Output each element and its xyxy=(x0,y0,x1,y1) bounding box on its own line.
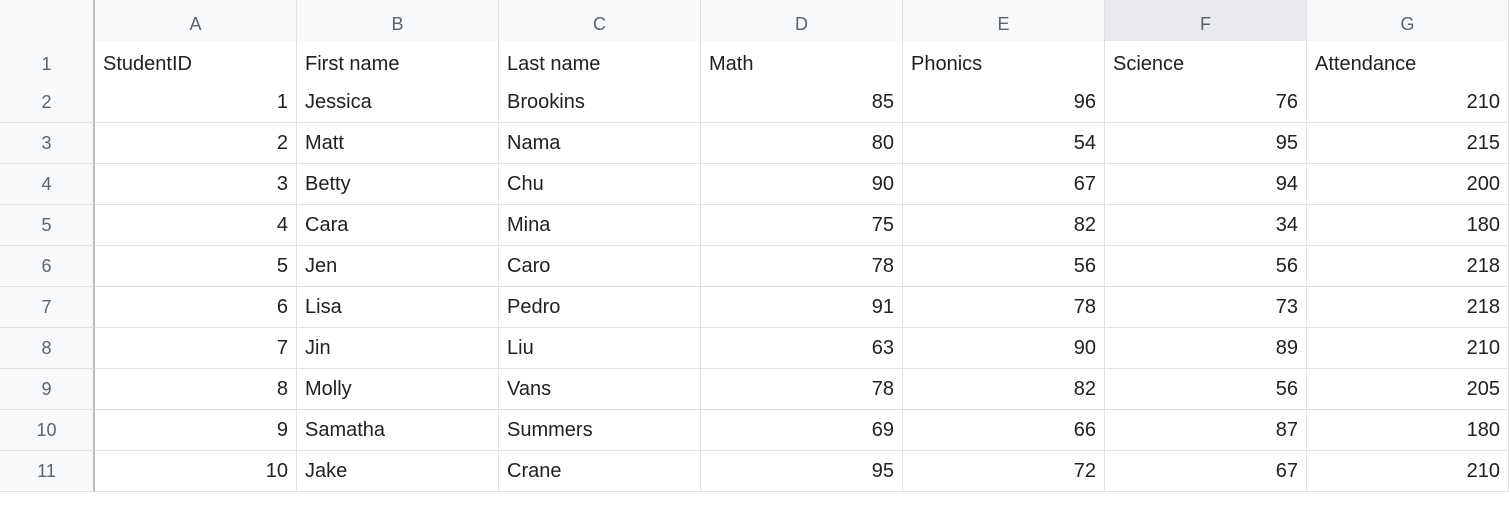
cell-g8[interactable]: 210 xyxy=(1307,328,1509,369)
cell-e10[interactable]: 66 xyxy=(903,410,1105,451)
cell-a4[interactable]: 3 xyxy=(95,164,297,205)
cell-f7[interactable]: 73 xyxy=(1105,287,1307,328)
cell-g2[interactable]: 210 xyxy=(1307,82,1509,123)
cell-e2[interactable]: 96 xyxy=(903,82,1105,123)
cell-b7[interactable]: Lisa xyxy=(297,287,499,328)
cell-e8[interactable]: 90 xyxy=(903,328,1105,369)
cell-f1[interactable]: Science xyxy=(1105,41,1307,88)
spreadsheet-grid[interactable]: A B C D E F G 1 StudentID First name Las… xyxy=(0,0,1510,492)
cell-d1[interactable]: Math xyxy=(701,41,903,88)
cell-a11[interactable]: 10 xyxy=(95,451,297,492)
cell-g10[interactable]: 180 xyxy=(1307,410,1509,451)
cell-d8[interactable]: 63 xyxy=(701,328,903,369)
cell-d10[interactable]: 69 xyxy=(701,410,903,451)
cell-c7[interactable]: Pedro xyxy=(499,287,701,328)
cell-f6[interactable]: 56 xyxy=(1105,246,1307,287)
cell-e5[interactable]: 82 xyxy=(903,205,1105,246)
cell-e3[interactable]: 54 xyxy=(903,123,1105,164)
row-header-10[interactable]: 10 xyxy=(0,410,95,451)
cell-e4[interactable]: 67 xyxy=(903,164,1105,205)
cell-f5[interactable]: 34 xyxy=(1105,205,1307,246)
cell-c3[interactable]: Nama xyxy=(499,123,701,164)
cell-e1[interactable]: Phonics xyxy=(903,41,1105,88)
cell-c5[interactable]: Mina xyxy=(499,205,701,246)
cell-c11[interactable]: Crane xyxy=(499,451,701,492)
cell-f11[interactable]: 67 xyxy=(1105,451,1307,492)
cell-g3[interactable]: 215 xyxy=(1307,123,1509,164)
cell-e7[interactable]: 78 xyxy=(903,287,1105,328)
cell-e6[interactable]: 56 xyxy=(903,246,1105,287)
cell-d3[interactable]: 80 xyxy=(701,123,903,164)
cell-a3[interactable]: 2 xyxy=(95,123,297,164)
cell-b6[interactable]: Jen xyxy=(297,246,499,287)
cell-g7[interactable]: 218 xyxy=(1307,287,1509,328)
cell-g5[interactable]: 180 xyxy=(1307,205,1509,246)
cell-d7[interactable]: 91 xyxy=(701,287,903,328)
cell-b8[interactable]: Jin xyxy=(297,328,499,369)
row-header-11[interactable]: 11 xyxy=(0,451,95,492)
cell-b11[interactable]: Jake xyxy=(297,451,499,492)
cell-b2[interactable]: Jessica xyxy=(297,82,499,123)
row-header-1[interactable]: 1 xyxy=(0,41,95,88)
cell-a8[interactable]: 7 xyxy=(95,328,297,369)
cell-a10[interactable]: 9 xyxy=(95,410,297,451)
cell-c10[interactable]: Summers xyxy=(499,410,701,451)
cell-g9[interactable]: 205 xyxy=(1307,369,1509,410)
cell-d9[interactable]: 78 xyxy=(701,369,903,410)
cell-e11[interactable]: 72 xyxy=(903,451,1105,492)
cell-g1[interactable]: Attendance xyxy=(1307,41,1509,88)
cell-a7[interactable]: 6 xyxy=(95,287,297,328)
cell-c2[interactable]: Brookins xyxy=(499,82,701,123)
cell-d11[interactable]: 95 xyxy=(701,451,903,492)
row-header-6[interactable]: 6 xyxy=(0,246,95,287)
cell-b9[interactable]: Molly xyxy=(297,369,499,410)
cell-a1[interactable]: StudentID xyxy=(95,41,297,88)
cell-f8[interactable]: 89 xyxy=(1105,328,1307,369)
cell-a9[interactable]: 8 xyxy=(95,369,297,410)
cell-f9[interactable]: 56 xyxy=(1105,369,1307,410)
cell-g6[interactable]: 218 xyxy=(1307,246,1509,287)
cell-d6[interactable]: 78 xyxy=(701,246,903,287)
cell-c1[interactable]: Last name xyxy=(499,41,701,88)
cell-e9[interactable]: 82 xyxy=(903,369,1105,410)
row-header-2[interactable]: 2 xyxy=(0,82,95,123)
cell-b10[interactable]: Samatha xyxy=(297,410,499,451)
cell-b3[interactable]: Matt xyxy=(297,123,499,164)
cell-f3[interactable]: 95 xyxy=(1105,123,1307,164)
cell-f10[interactable]: 87 xyxy=(1105,410,1307,451)
cell-b1[interactable]: First name xyxy=(297,41,499,88)
cell-a6[interactable]: 5 xyxy=(95,246,297,287)
row-header-8[interactable]: 8 xyxy=(0,328,95,369)
cell-d5[interactable]: 75 xyxy=(701,205,903,246)
cell-f2[interactable]: 76 xyxy=(1105,82,1307,123)
cell-c8[interactable]: Liu xyxy=(499,328,701,369)
cell-c4[interactable]: Chu xyxy=(499,164,701,205)
row-header-7[interactable]: 7 xyxy=(0,287,95,328)
cell-f4[interactable]: 94 xyxy=(1105,164,1307,205)
row-header-3[interactable]: 3 xyxy=(0,123,95,164)
cell-b5[interactable]: Cara xyxy=(297,205,499,246)
cell-c6[interactable]: Caro xyxy=(499,246,701,287)
cell-g4[interactable]: 200 xyxy=(1307,164,1509,205)
row-header-4[interactable]: 4 xyxy=(0,164,95,205)
cell-a2[interactable]: 1 xyxy=(95,82,297,123)
cell-c9[interactable]: Vans xyxy=(499,369,701,410)
cell-a5[interactable]: 4 xyxy=(95,205,297,246)
cell-g11[interactable]: 210 xyxy=(1307,451,1509,492)
cell-d2[interactable]: 85 xyxy=(701,82,903,123)
cell-d4[interactable]: 90 xyxy=(701,164,903,205)
row-header-5[interactable]: 5 xyxy=(0,205,95,246)
row-header-9[interactable]: 9 xyxy=(0,369,95,410)
cell-b4[interactable]: Betty xyxy=(297,164,499,205)
